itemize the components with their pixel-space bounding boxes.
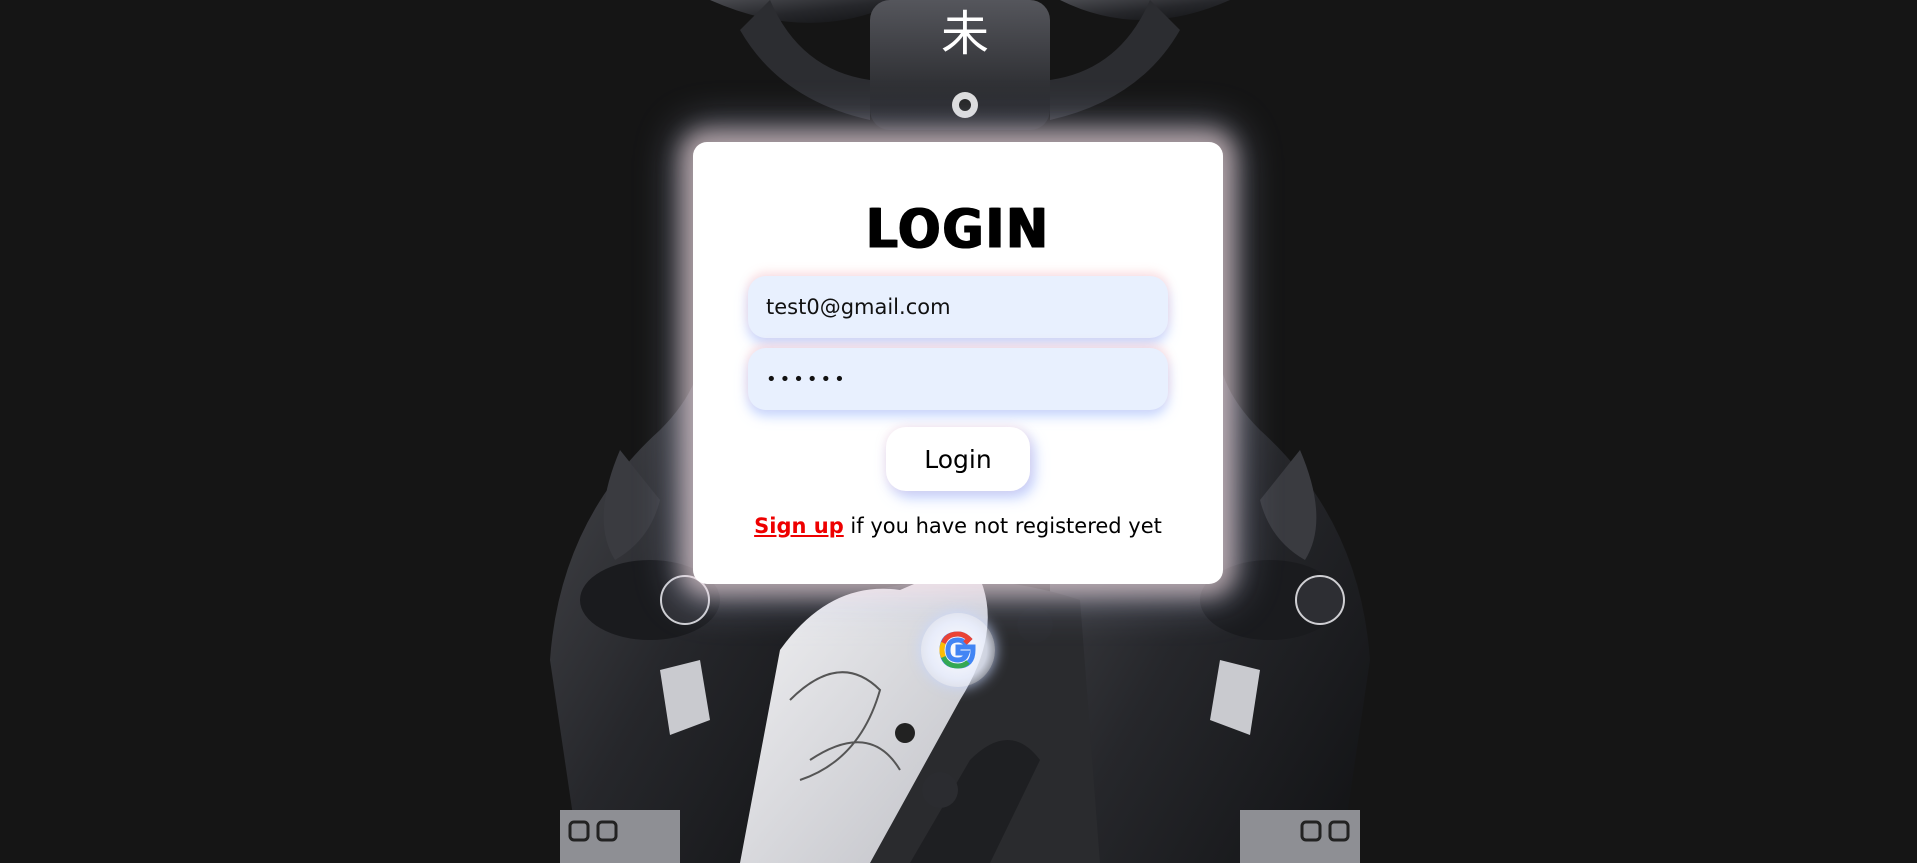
svg-text:未: 未 (941, 6, 989, 62)
google-icon (939, 631, 976, 669)
login-card: LOGIN test0@gmail.com •••••• Login Sign … (693, 142, 1223, 584)
login-page: 未 LOGIN test0@gmail.com •••••• Login Sig… (0, 0, 1917, 863)
password-input-value: •••••• (766, 368, 848, 390)
login-button[interactable]: Login (886, 427, 1030, 491)
email-input[interactable]: test0@gmail.com (748, 276, 1168, 338)
login-title: LOGIN (865, 197, 1051, 261)
signup-link[interactable]: Sign up (754, 514, 844, 538)
signup-prompt: Sign up if you have not registered yet (693, 514, 1223, 538)
signup-hint-text: if you have not registered yet (843, 514, 1162, 538)
password-input[interactable]: •••••• (748, 348, 1168, 410)
email-input-value: test0@gmail.com (766, 295, 951, 319)
google-signin-button[interactable] (921, 613, 995, 687)
